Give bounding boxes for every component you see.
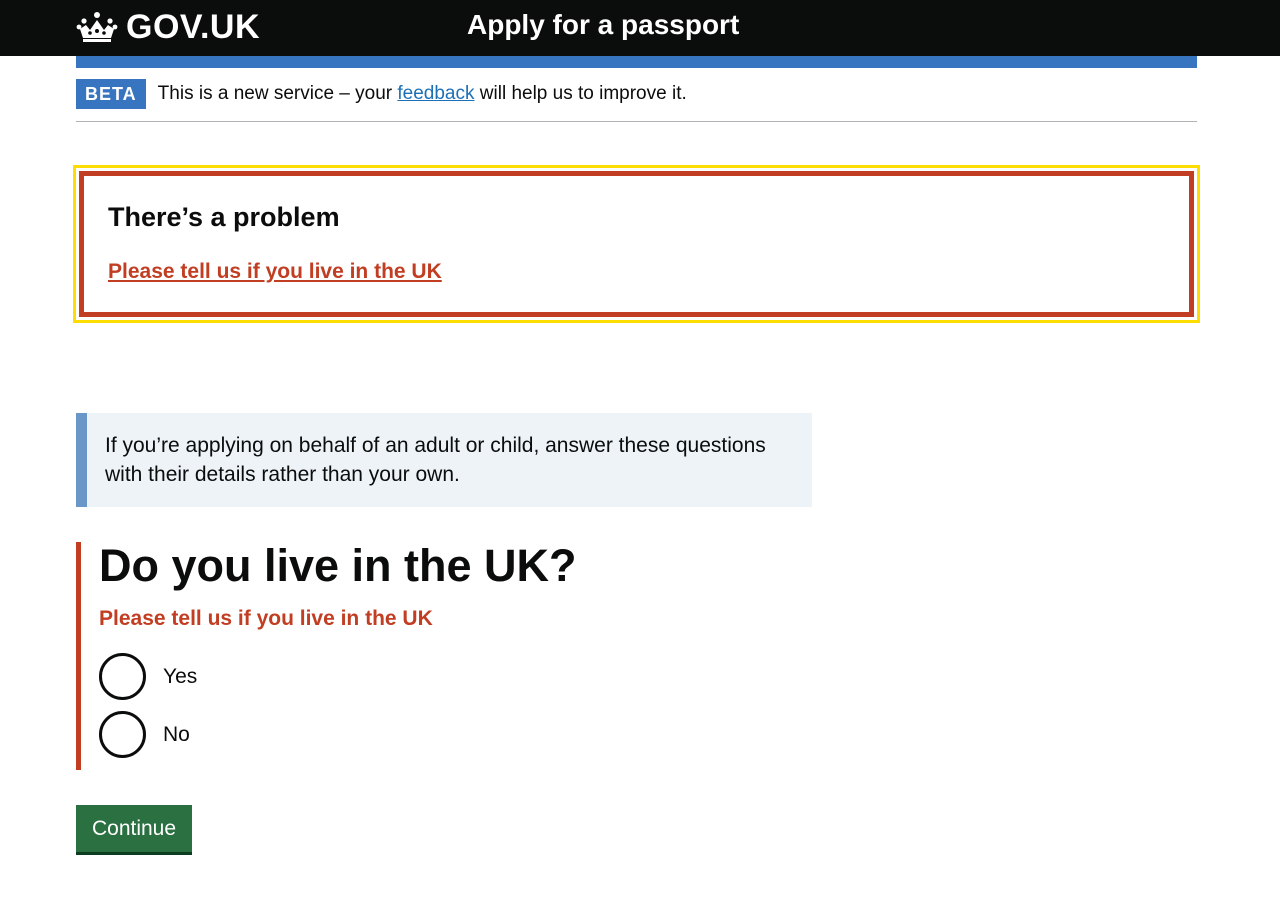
phase-text-before: This is a new service – your [157, 83, 393, 104]
radio-yes-input[interactable] [99, 653, 146, 700]
site-header: GOV.UK Apply for a passport [0, 0, 1280, 56]
error-summary-box: There’s a problem Please tell us if you … [79, 171, 1194, 317]
logo-text: GOV.UK [126, 7, 261, 46]
crown-icon [76, 12, 118, 42]
beta-tag: BETA [76, 79, 146, 109]
radio-option-no[interactable]: No [99, 711, 190, 758]
live-in-uk-form-group: Do you live in the UK? Please tell us if… [76, 542, 776, 770]
error-summary: There’s a problem Please tell us if you … [73, 165, 1200, 323]
field-error-message: Please tell us if you live in the UK [99, 607, 433, 630]
error-summary-title: There’s a problem [108, 202, 340, 232]
inset-text: If you’re applying on behalf of an adult… [76, 413, 812, 507]
feedback-link[interactable]: feedback [397, 83, 474, 104]
header-blue-bar [76, 56, 1197, 68]
service-name-link[interactable]: Apply for a passport [467, 9, 739, 41]
phase-banner: BETA This is a new service – your feedba… [76, 79, 1197, 122]
question-heading: Do you live in the UK? [99, 540, 577, 591]
phase-text-after: will help us to improve it. [479, 83, 687, 104]
error-summary-link[interactable]: Please tell us if you live in the UK [108, 260, 442, 284]
radio-no-input[interactable] [99, 711, 146, 758]
radio-yes-label[interactable]: Yes [163, 665, 197, 689]
radio-option-yes[interactable]: Yes [99, 653, 197, 700]
radio-no-label[interactable]: No [163, 723, 190, 747]
continue-button[interactable]: Continue [76, 805, 192, 852]
phase-banner-text: This is a new service – your feedback wi… [158, 79, 687, 109]
govuk-logo-link[interactable]: GOV.UK [76, 8, 260, 46]
